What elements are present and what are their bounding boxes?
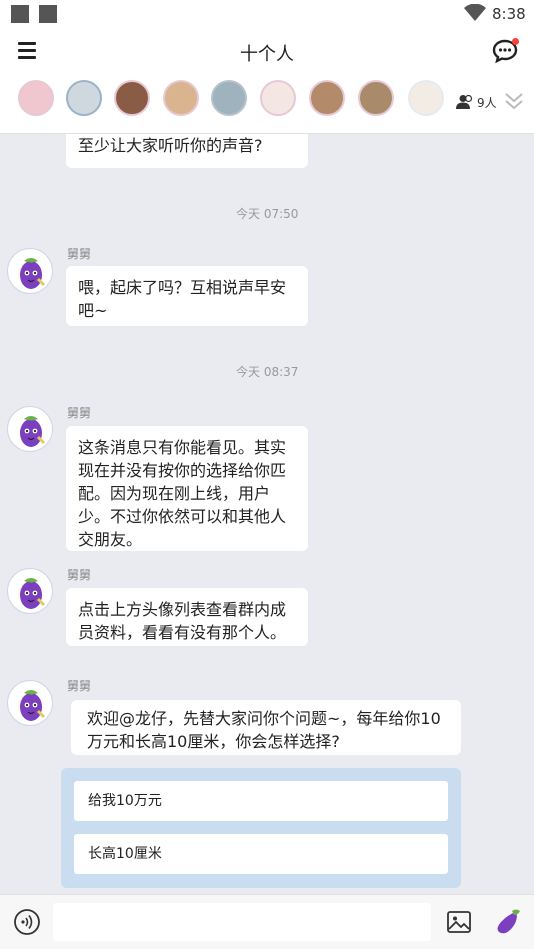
member-avatar[interactable] — [18, 80, 54, 116]
member-avatar[interactable] — [66, 80, 102, 116]
message-text: 喂，起床了吗？互相说声早安吧~ — [78, 278, 287, 320]
people-icon — [456, 94, 473, 109]
answer-options: 给我10万元 长高10厘米 — [61, 768, 461, 888]
message-bubble: 喂，起床了吗？互相说声早安吧~ — [66, 266, 308, 326]
sender-name: 舅舅 — [67, 568, 92, 582]
sender-name: 舅舅 — [67, 406, 92, 420]
page-title: 十个人 — [240, 44, 294, 65]
message-bubble: 至少让大家听听你的声音? — [66, 134, 308, 168]
sender-name: 舅舅 — [67, 679, 92, 693]
member-avatar[interactable] — [114, 80, 150, 116]
notification-icon — [11, 5, 29, 23]
eggplant-avatar[interactable] — [7, 406, 53, 452]
eggplant-icon[interactable] — [494, 907, 522, 937]
time-label: 今天 07:50 — [236, 207, 299, 221]
message-text: 这条消息只有你能看见。其实现在并没有按你的选择给你匹配。因为现在刚上线，用户少。… — [78, 438, 287, 549]
message-bubble: 这条消息只有你能看见。其实现在并没有按你的选择给你匹配。因为现在刚上线，用户少。… — [66, 426, 308, 551]
option-button[interactable]: 长高10厘米 — [74, 834, 448, 874]
sender-name: 舅舅 — [67, 247, 92, 261]
message-text: 欢迎@龙仔，先替大家问你个问题~，每年给你10万元和长高10厘米，你会怎样选择? — [87, 709, 441, 751]
member-avatar[interactable] — [260, 80, 296, 116]
member-avatar[interactable] — [163, 80, 199, 116]
chat-header: 十个人 9人 — [0, 28, 534, 134]
member-avatar[interactable] — [358, 80, 394, 116]
message-text: 至少让大家听听你的声音? — [78, 136, 263, 155]
eggplant-avatar[interactable] — [7, 248, 53, 294]
eggplant-avatar[interactable] — [7, 680, 53, 726]
message-text: 点击上方头像列表查看群内成员资料，看看有没有那个人。 — [78, 600, 287, 642]
notification-icon — [39, 5, 57, 23]
member-avatar[interactable] — [408, 80, 444, 116]
eggplant-avatar[interactable] — [7, 568, 53, 614]
voice-icon[interactable] — [13, 908, 41, 936]
member-avatar[interactable] — [211, 80, 247, 116]
image-icon[interactable] — [446, 909, 472, 935]
chat-bubble-icon[interactable] — [492, 38, 520, 66]
message-input[interactable] — [53, 903, 431, 941]
member-count[interactable]: 9人 — [477, 94, 497, 111]
message-bubble: 欢迎@龙仔，先替大家问你个问题~，每年给你10万元和长高10厘米，你会怎样选择? — [71, 700, 461, 755]
wifi-icon — [464, 4, 486, 21]
option-button[interactable]: 给我10万元 — [74, 781, 448, 821]
notification-dot — [512, 38, 519, 45]
message-bubble: 点击上方头像列表查看群内成员资料，看看有没有那个人。 — [66, 588, 308, 646]
double-chevron-down-icon[interactable] — [504, 92, 524, 110]
input-bar — [0, 894, 534, 949]
status-bar: 8:38 — [0, 0, 534, 28]
time-label: 今天 08:37 — [236, 365, 299, 379]
member-avatar[interactable] — [309, 80, 345, 116]
status-time: 8:38 — [492, 5, 526, 23]
chat-area: 至少让大家听听你的声音? 今天 07:50 舅舅 喂，起床了吗？互相说声早安吧~… — [0, 134, 534, 894]
